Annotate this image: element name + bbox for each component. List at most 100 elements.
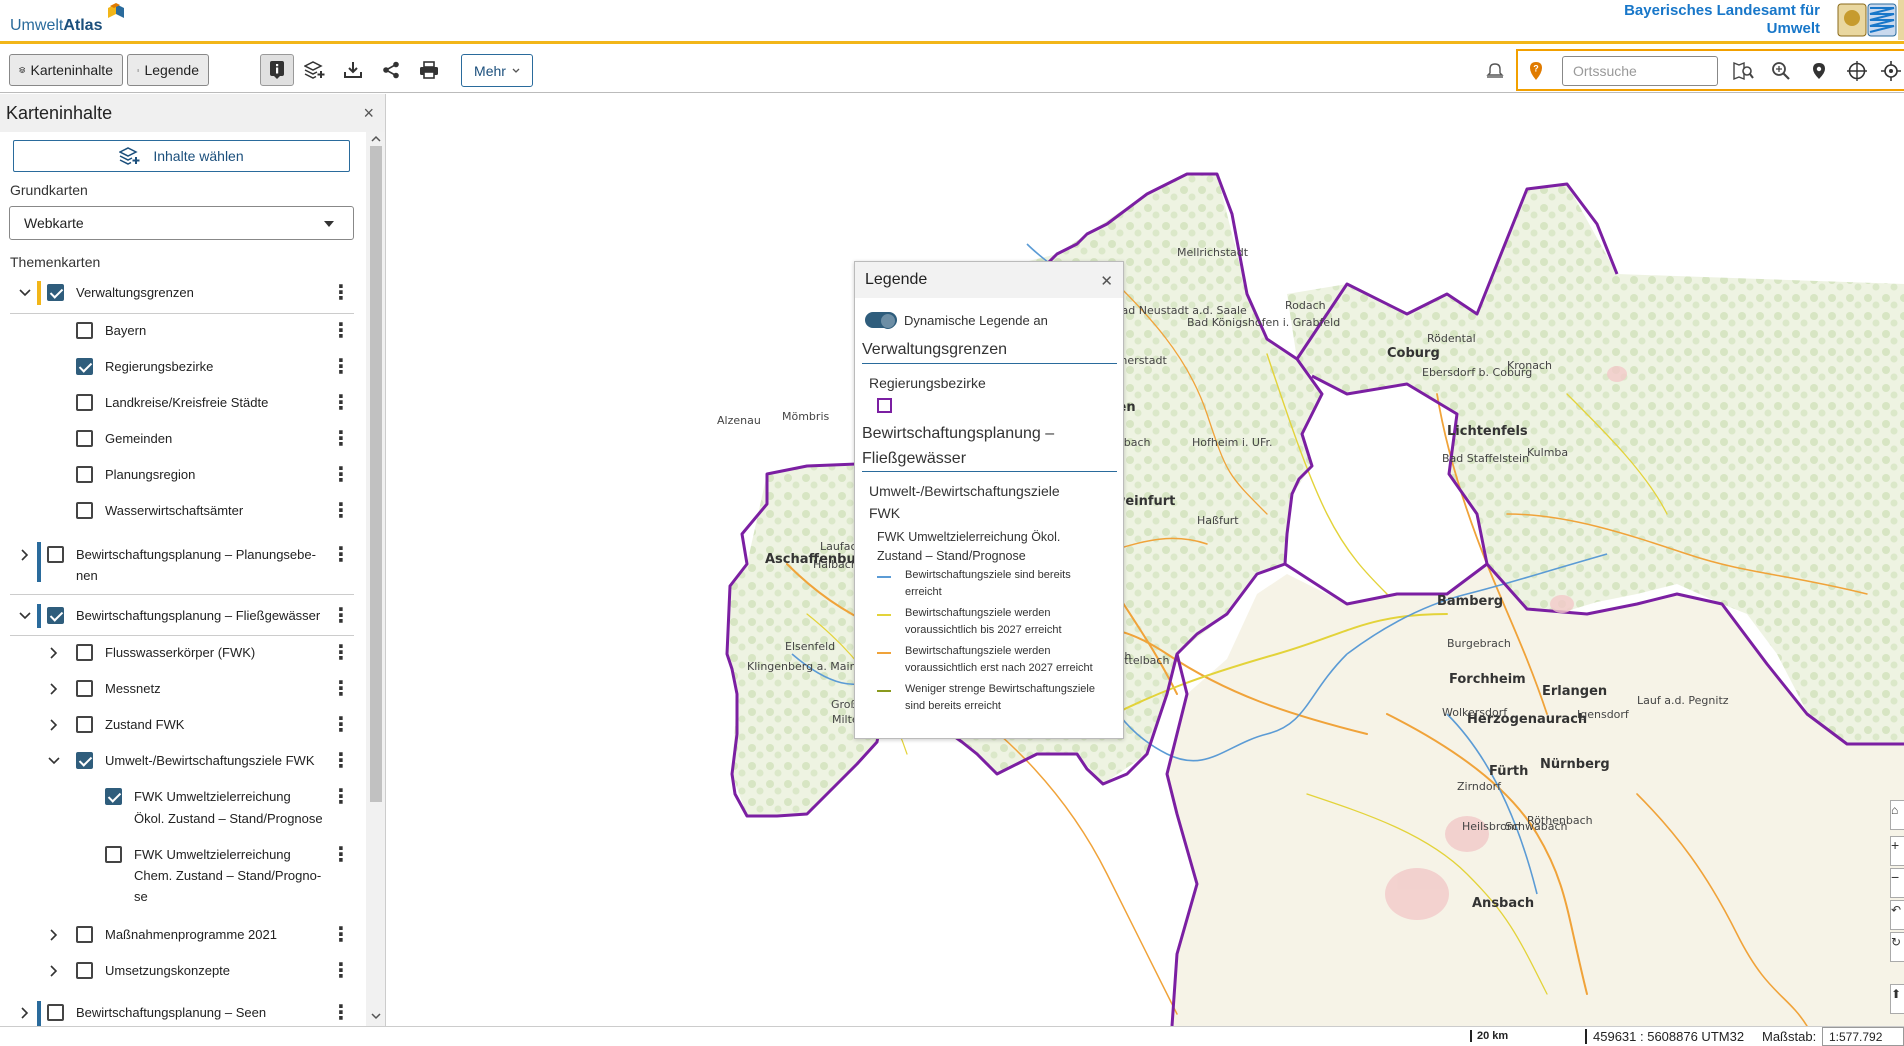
scroll-down-icon[interactable] — [371, 1012, 381, 1020]
more-options-icon[interactable] — [331, 318, 351, 343]
previous-view-button[interactable]: ↶ — [1890, 900, 1904, 930]
more-options-icon[interactable] — [331, 748, 351, 773]
tree-item-flusswasserkoerper[interactable]: Flusswasserkörper (FWK) — [0, 638, 356, 668]
tree-item-messnetz[interactable]: Messnetz — [0, 674, 356, 704]
more-options-icon[interactable] — [331, 640, 351, 665]
checkbox[interactable] — [76, 358, 93, 375]
tree-item-massnahmenprogramme[interactable]: Maßnahmenprogramme 2021 — [0, 920, 356, 950]
chevron-right-icon[interactable] — [18, 548, 32, 562]
share-button[interactable] — [374, 54, 408, 86]
more-options-icon[interactable] — [331, 712, 351, 737]
tree-item-label: Messnetz — [105, 681, 161, 696]
checkbox[interactable] — [47, 1004, 64, 1021]
tree-item-fwk-chem-zustand[interactable]: FWK Umweltzielerreichung Chem. Zustand –… — [0, 840, 356, 908]
tree-item-bayern[interactable]: Bayern — [0, 316, 356, 346]
tree-item-gemeinden[interactable]: Gemeinden — [0, 424, 356, 454]
map-canvas[interactable]: Mellrichstadt Bad Neustadt a.d. Saale Bad … — [387, 94, 1904, 1026]
close-icon[interactable]: ✕ — [1100, 272, 1113, 290]
chevron-down-icon[interactable] — [18, 286, 32, 300]
compass-button[interactable]: ⬆ — [1890, 984, 1904, 1014]
legende-button[interactable]: Legende — [127, 54, 209, 86]
scrollbar-thumb[interactable] — [370, 146, 382, 802]
chevron-right-icon[interactable] — [47, 646, 61, 660]
karteninhalte-button[interactable]: Karteninhalte — [9, 54, 123, 86]
download-button[interactable] — [336, 54, 370, 86]
ortssuche-input[interactable] — [1562, 56, 1718, 86]
location-pin-question-icon[interactable]: ? — [1528, 61, 1544, 84]
address-search-button[interactable] — [1726, 55, 1760, 87]
checkbox[interactable] — [47, 546, 64, 563]
checkbox[interactable] — [76, 716, 93, 733]
chevron-down-icon[interactable] — [47, 754, 61, 768]
zoom-search-button[interactable] — [1764, 55, 1798, 87]
info-tool-button[interactable] — [260, 54, 294, 86]
chevron-down-icon[interactable] — [18, 609, 32, 623]
set-marker-button[interactable] — [1802, 55, 1836, 87]
massstab-input[interactable]: 1:577.792 — [1822, 1027, 1904, 1046]
chevron-right-icon[interactable] — [18, 1006, 32, 1020]
more-options-icon[interactable] — [331, 1000, 351, 1025]
checkbox[interactable] — [76, 644, 93, 661]
home-view-button[interactable]: ⌂ — [1890, 800, 1904, 830]
chevron-right-icon[interactable] — [47, 682, 61, 696]
mehr-dropdown-button[interactable]: Mehr — [461, 54, 533, 87]
close-icon[interactable]: × — [363, 103, 374, 124]
scroll-up-icon[interactable] — [371, 135, 381, 143]
more-options-icon[interactable] — [331, 354, 351, 379]
checkbox[interactable] — [76, 752, 93, 769]
more-options-icon[interactable] — [331, 603, 351, 628]
add-layer-button[interactable] — [298, 54, 332, 86]
tree-item-zustand-fwk[interactable]: Zustand FWK — [0, 710, 356, 740]
panel-scrollbar[interactable] — [366, 132, 385, 1026]
checkbox[interactable] — [47, 607, 64, 624]
chevron-right-icon[interactable] — [47, 928, 61, 942]
tree-item-fwk-oekol-zustand[interactable]: FWK Umweltzielerreichung Ökol. Zustand –… — [0, 782, 356, 830]
rotate-button[interactable]: ↻ — [1890, 932, 1904, 962]
notification-button[interactable] — [1478, 54, 1512, 86]
checkbox[interactable] — [76, 394, 93, 411]
zoom-out-button[interactable]: − — [1890, 868, 1904, 898]
more-options-icon[interactable] — [331, 498, 351, 523]
tree-item-bewirtschaftungsziele-fwk[interactable]: Umwelt-/Bewirtschaftungsziele FWK — [0, 746, 356, 776]
tree-item-umsetzungskonzepte[interactable]: Umsetzungskonzepte — [0, 956, 356, 986]
more-options-icon[interactable] — [331, 462, 351, 487]
checkbox[interactable] — [76, 322, 93, 339]
basemap-select[interactable]: Webkarte — [9, 206, 354, 240]
tree-item-fliessgewaesser[interactable]: Bewirtschaftungsplanung – Fließgewässer — [0, 601, 356, 631]
checkbox[interactable] — [105, 788, 122, 805]
more-options-icon[interactable] — [331, 958, 351, 983]
more-options-icon[interactable] — [331, 842, 351, 867]
tree-item-verwaltungsgrenzen[interactable]: Verwaltungsgrenzen — [0, 278, 356, 308]
more-options-icon[interactable] — [331, 784, 351, 809]
tree-item-planungsregion[interactable]: Planungsregion — [0, 460, 356, 490]
checkbox[interactable] — [105, 846, 122, 863]
more-options-icon[interactable] — [331, 676, 351, 701]
checkbox[interactable] — [76, 926, 93, 943]
more-options-icon[interactable] — [331, 390, 351, 415]
checkbox[interactable] — [47, 284, 64, 301]
more-options-icon[interactable] — [331, 922, 351, 947]
map-rendering[interactable] — [387, 94, 1904, 1026]
tree-item-wasserwirtschaftsaemter[interactable]: Wasserwirtschaftsämter — [0, 496, 356, 526]
checkbox[interactable] — [76, 466, 93, 483]
more-options-icon[interactable] — [331, 426, 351, 451]
more-options-icon[interactable] — [331, 542, 351, 567]
inhalte-waehlen-button[interactable]: Inhalte wählen — [13, 140, 350, 172]
print-button[interactable] — [412, 54, 446, 86]
checkbox[interactable] — [76, 962, 93, 979]
tree-item-planungsebenen[interactable]: Bewirtschaftungsplanung – Planungsebe- n… — [0, 540, 356, 586]
dynamic-legend-toggle[interactable] — [865, 312, 897, 329]
chevron-right-icon[interactable] — [47, 718, 61, 732]
checkbox[interactable] — [76, 680, 93, 697]
geolocate-button[interactable] — [1876, 55, 1904, 87]
tree-item-regierungsbezirke[interactable]: Regierungsbezirke — [0, 352, 356, 382]
chevron-right-icon[interactable] — [47, 964, 61, 978]
tree-item-landkreise[interactable]: Landkreise/Kreisfreie Städte — [0, 388, 356, 418]
checkbox[interactable] — [76, 502, 93, 519]
tree-item-seen[interactable]: Bewirtschaftungsplanung – Seen — [0, 998, 356, 1026]
coordinate-search-button[interactable] — [1840, 55, 1874, 87]
checkbox[interactable] — [76, 430, 93, 447]
agency-name[interactable]: Bayerisches Landesamt für Umwelt — [1624, 2, 1820, 38]
zoom-in-button[interactable]: + — [1890, 836, 1904, 866]
more-options-icon[interactable] — [331, 280, 351, 305]
